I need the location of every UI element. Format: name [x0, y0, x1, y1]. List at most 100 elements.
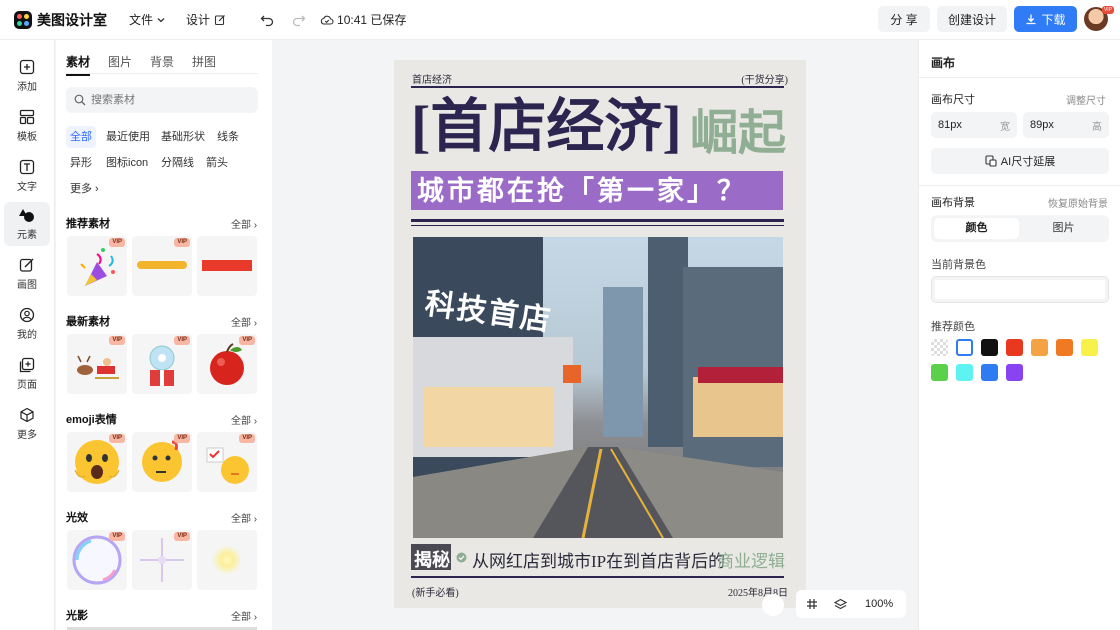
- properties-panel: 画布 画布尺寸 调整尺寸 81px 宽 89px 高 AI尺寸延展 画布背景 恢…: [918, 40, 1120, 630]
- asset-glow[interactable]: [197, 530, 257, 590]
- undo-button[interactable]: [260, 13, 274, 27]
- restore-bg-link[interactable]: 恢复原始背景: [1048, 195, 1108, 210]
- vip-badge: VIP: [174, 532, 190, 541]
- chip-lines[interactable]: 线条: [213, 126, 243, 148]
- check-circle-icon: [456, 552, 467, 563]
- app-logo[interactable]: 美图设计室: [14, 10, 107, 30]
- asset-apple[interactable]: VIP: [197, 334, 257, 394]
- current-bg-swatch[interactable]: [931, 276, 1109, 303]
- poster-canvas[interactable]: 首店经济 (干货分享) [首店经济] 崛起 城市都在抢「第一家」？ 科技首店 揭…: [394, 60, 806, 608]
- swatch-yellow[interactable]: [1081, 339, 1098, 356]
- save-status: 10:41 已保存: [320, 11, 406, 28]
- swatch-green[interactable]: [931, 364, 948, 381]
- search-input[interactable]: [91, 94, 241, 106]
- swatch-purple[interactable]: [1006, 364, 1023, 381]
- asset-chick-emoji[interactable]: VIP: [197, 432, 257, 492]
- bg-tab-color[interactable]: 颜色: [934, 218, 1019, 239]
- download-label: 下载: [1041, 12, 1066, 27]
- zoom-level[interactable]: 100%: [865, 598, 893, 610]
- poster-top-right: (干货分享): [741, 75, 788, 86]
- chip-dividers[interactable]: 分隔线: [157, 152, 198, 174]
- chip-irregular[interactable]: 异形: [66, 152, 96, 174]
- redo-button[interactable]: [292, 13, 306, 27]
- tab-images[interactable]: 图片: [108, 53, 132, 70]
- asset-bubble[interactable]: VIP: [67, 530, 127, 590]
- vip-badge: VIP: [239, 434, 255, 443]
- ai-extend-button[interactable]: AI尺寸延展: [931, 148, 1109, 174]
- tab-materials[interactable]: 素材: [66, 53, 91, 76]
- chip-icons[interactable]: 图标icon: [102, 152, 152, 174]
- search-icon: [74, 94, 86, 106]
- save-status-text: 10:41 已保存: [337, 13, 407, 27]
- vip-badge: VIP: [239, 336, 255, 345]
- tab-backgrounds[interactable]: 背景: [150, 53, 174, 70]
- section-title-latest: 最新素材: [66, 316, 110, 328]
- rail-label: 更多: [17, 430, 37, 441]
- user-avatar[interactable]: VIP: [1084, 6, 1114, 31]
- layers-button[interactable]: [834, 598, 847, 611]
- grid-button[interactable]: [806, 598, 818, 610]
- vip-badge: VIP: [109, 336, 125, 345]
- download-button[interactable]: 下载: [1014, 6, 1077, 32]
- see-all-label: 全部: [231, 318, 251, 329]
- canvas-handle[interactable]: [762, 594, 784, 616]
- chip-recent[interactable]: 最近使用: [102, 126, 154, 148]
- poster-reveal-tag-text: 揭秘: [414, 550, 450, 570]
- asset-shocked-emoji[interactable]: VIP: [67, 432, 127, 492]
- see-all-light-shadow[interactable]: 全部 ›: [231, 608, 257, 623]
- bg-tab-image[interactable]: 图片: [1021, 218, 1106, 239]
- see-all-latest[interactable]: 全部 ›: [231, 314, 257, 329]
- rail-template[interactable]: 模板: [4, 104, 50, 148]
- width-field[interactable]: 81px 宽: [931, 112, 1017, 138]
- asset-snowglobe-gift[interactable]: VIP: [132, 334, 192, 394]
- swatch-orange[interactable]: [1056, 339, 1073, 356]
- file-menu[interactable]: 文件: [129, 11, 166, 28]
- user-icon: [19, 307, 35, 323]
- swatch-black[interactable]: [981, 339, 998, 356]
- rail-add[interactable]: 添加: [4, 54, 50, 98]
- rail-pages[interactable]: 页面: [4, 352, 50, 396]
- swatch-blue[interactable]: [981, 364, 998, 381]
- rail-elements[interactable]: 元素: [4, 202, 50, 246]
- rail-more[interactable]: 更多: [4, 402, 50, 446]
- width-unit: 宽: [1000, 121, 1010, 133]
- poster-photo: 科技首店: [413, 237, 783, 538]
- share-button[interactable]: 分 享: [878, 6, 930, 32]
- section-divider: [919, 185, 1120, 186]
- rail-text[interactable]: 文字: [4, 154, 50, 198]
- chip-all[interactable]: 全部: [66, 126, 96, 148]
- rail-mine[interactable]: 我的: [4, 302, 50, 346]
- cube-icon: [20, 407, 34, 423]
- swatch-white[interactable]: [956, 339, 973, 356]
- tab-divider: [66, 73, 258, 74]
- chip-more[interactable]: 更多 ›: [66, 178, 103, 200]
- see-all-emoji[interactable]: 全部 ›: [231, 412, 257, 427]
- tab-collage[interactable]: 拼图: [192, 53, 216, 70]
- design-menu-label: 设计: [186, 13, 211, 27]
- avatar-vip-badge: VIP: [1101, 6, 1114, 14]
- asset-red-bar[interactable]: [197, 236, 257, 296]
- see-all-recommended[interactable]: 全部 ›: [231, 216, 257, 231]
- create-design-button[interactable]: 创建设计: [937, 6, 1007, 32]
- rail-draw[interactable]: 画图: [4, 252, 50, 296]
- poster-reveal-accent: 商业逻辑: [717, 552, 785, 571]
- search-box[interactable]: [66, 87, 258, 113]
- asset-thinking-emoji[interactable]: VIP: [132, 432, 192, 492]
- asset-brush-stroke[interactable]: VIP: [132, 236, 192, 296]
- adjust-size-link[interactable]: 调整尺寸: [1066, 92, 1106, 107]
- street-scene-image: [413, 237, 783, 538]
- chip-arrows[interactable]: 箭头: [202, 152, 232, 174]
- swatch-red[interactable]: [1006, 339, 1023, 356]
- chip-basic-shapes[interactable]: 基础形状: [157, 126, 209, 148]
- asset-party-popper[interactable]: VIP: [67, 236, 127, 296]
- left-rail: 添加 模板 文字 元素 画图 我的 页面 更多: [0, 40, 55, 630]
- asset-sparkle[interactable]: VIP: [132, 530, 192, 590]
- asset-reindeer-sleigh[interactable]: VIP: [67, 334, 127, 394]
- height-field[interactable]: 89px 高: [1023, 112, 1109, 138]
- design-menu[interactable]: 设计: [186, 11, 226, 28]
- swatch-transparent[interactable]: [931, 339, 948, 356]
- see-all-light-effects[interactable]: 全部 ›: [231, 510, 257, 525]
- panel-title-divider: [919, 77, 1120, 78]
- swatch-cyan[interactable]: [956, 364, 973, 381]
- swatch-light-orange[interactable]: [1031, 339, 1048, 356]
